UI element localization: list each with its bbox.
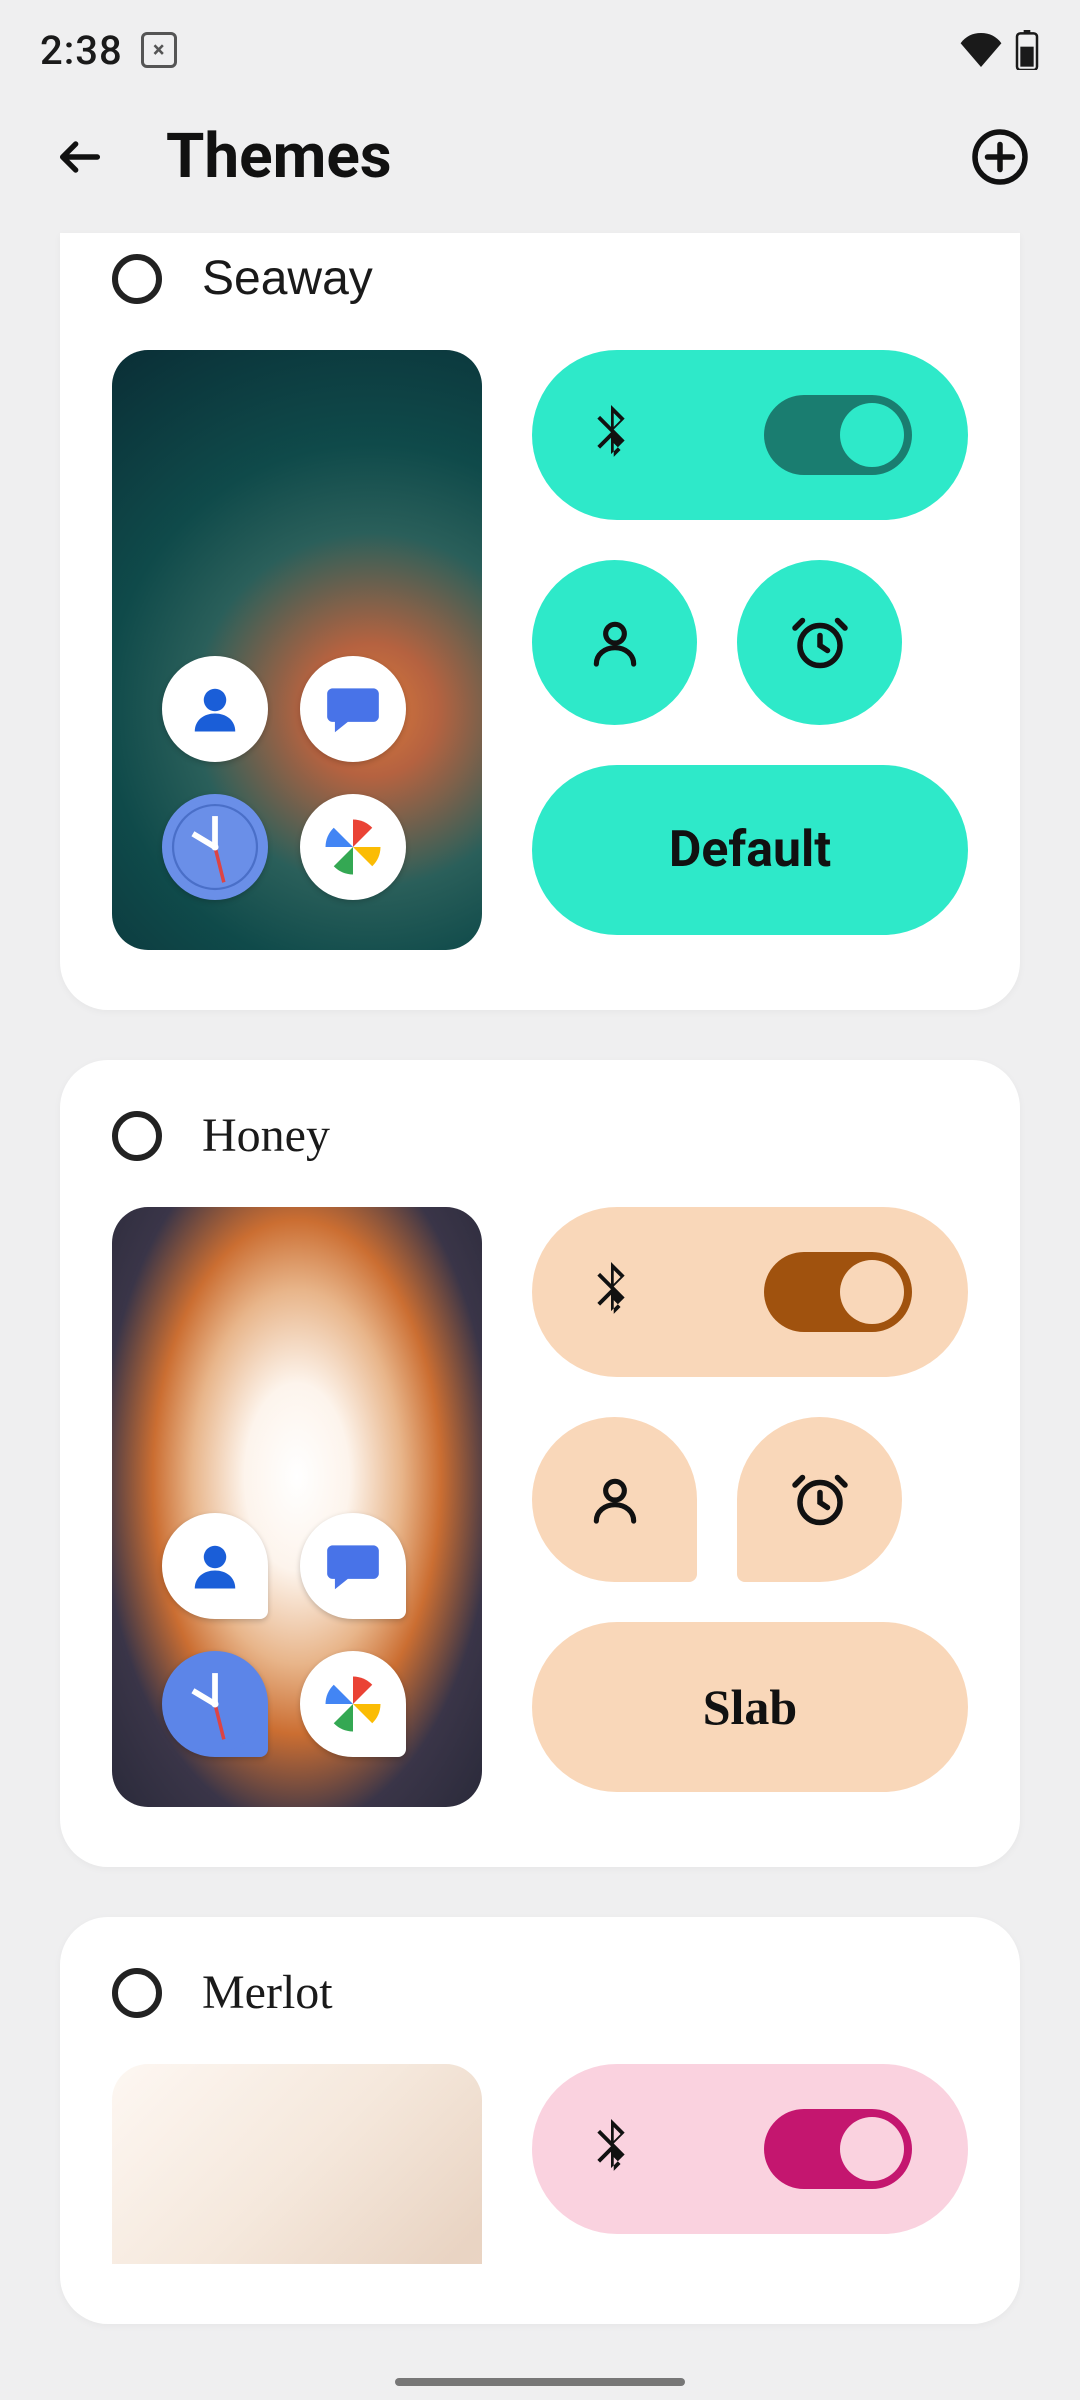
status-bar: 2:38 × <box>0 0 1080 100</box>
toggle-switch[interactable] <box>764 1252 912 1332</box>
back-arrow-icon[interactable] <box>54 131 106 183</box>
photos-app-icon <box>300 794 406 900</box>
gesture-bar[interactable] <box>395 2378 685 2386</box>
bluetooth-icon <box>588 2119 634 2179</box>
person-circle-button <box>532 560 697 725</box>
theme-controls <box>532 2064 968 2264</box>
theme-controls: Default <box>532 350 968 950</box>
theme-card-body: Default <box>112 350 968 950</box>
app-icon-grid <box>162 656 406 900</box>
status-right <box>960 30 1040 70</box>
theme-card-body: Slab <box>112 1207 968 1807</box>
font-label: Default <box>669 821 831 879</box>
theme-name: Merlot <box>202 1965 333 2020</box>
theme-radio[interactable] <box>112 1111 162 1161</box>
toggle-switch[interactable] <box>764 2109 912 2189</box>
theme-radio[interactable] <box>112 1968 162 2018</box>
battery-icon <box>1014 30 1040 70</box>
theme-name: Seaway <box>202 251 373 306</box>
theme-card-honey[interactable]: Honey Slab <box>60 1060 1020 1867</box>
circle-button-row <box>532 1417 968 1582</box>
bluetooth-icon <box>588 405 634 465</box>
font-pill: Default <box>532 765 968 935</box>
clock-app-icon <box>162 1651 268 1757</box>
theme-card-merlot[interactable]: Merlot <box>60 1917 1020 2324</box>
theme-radio[interactable] <box>112 254 162 304</box>
messages-app-icon <box>300 656 406 762</box>
font-label: Slab <box>703 1678 798 1736</box>
theme-controls: Slab <box>532 1207 968 1807</box>
messages-app-icon <box>300 1513 406 1619</box>
clock-app-icon <box>162 794 268 900</box>
wallpaper-thumbnail <box>112 350 482 950</box>
bluetooth-toggle-pill <box>532 1207 968 1377</box>
theme-card-header: Seaway <box>112 251 968 306</box>
font-pill: Slab <box>532 1622 968 1792</box>
theme-card-header: Merlot <box>112 1965 968 2020</box>
status-box-icon: × <box>141 32 177 68</box>
person-circle-button <box>532 1417 697 1582</box>
contacts-app-icon <box>162 1513 268 1619</box>
wifi-icon <box>960 33 1002 67</box>
theme-name: Honey <box>202 1108 330 1163</box>
status-left: 2:38 × <box>40 27 177 74</box>
toggle-switch[interactable] <box>764 395 912 475</box>
app-icon-grid <box>162 1513 406 1757</box>
contacts-app-icon <box>162 656 268 762</box>
bluetooth-icon <box>588 1262 634 1322</box>
photos-app-icon <box>300 1651 406 1757</box>
alarm-circle-button <box>737 1417 902 1582</box>
bluetooth-toggle-pill <box>532 2064 968 2234</box>
page-title: Themes <box>166 120 910 193</box>
add-theme-icon[interactable] <box>970 127 1030 187</box>
alarm-circle-button <box>737 560 902 725</box>
circle-button-row <box>532 560 968 725</box>
wallpaper-thumbnail <box>112 1207 482 1807</box>
theme-card-seaway[interactable]: Seaway Default <box>60 233 1020 1010</box>
theme-card-header: Honey <box>112 1108 968 1163</box>
theme-card-body <box>112 2064 968 2264</box>
app-header: Themes <box>0 100 1080 233</box>
status-time: 2:38 <box>40 27 123 74</box>
wallpaper-thumbnail <box>112 2064 482 2264</box>
bluetooth-toggle-pill <box>532 350 968 520</box>
